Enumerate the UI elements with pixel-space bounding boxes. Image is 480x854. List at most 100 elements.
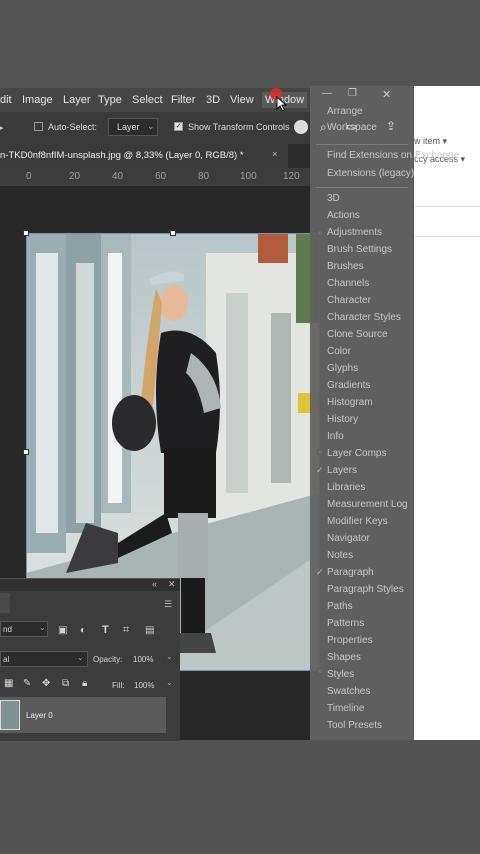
transform-handle[interactable] — [23, 230, 29, 236]
search-icon[interactable]: ⌕ — [320, 120, 327, 135]
layers-tab[interactable] — [0, 593, 10, 613]
window-menu-item[interactable]: Brush Settings — [327, 244, 392, 255]
menu-type[interactable]: Type — [98, 94, 122, 106]
menu-layer[interactable]: Layer — [63, 94, 91, 106]
transform-handle[interactable] — [170, 230, 176, 236]
chevron-down-icon: ⌄ — [77, 653, 84, 662]
chevron-down-icon[interactable]: ⌄ — [166, 678, 173, 687]
window-menu-item[interactable]: Styles — [327, 669, 354, 680]
menu-filter[interactable]: Filter — [171, 94, 195, 106]
panel-header: « ✕ — [0, 579, 180, 591]
window-menu-item[interactable]: Character Styles — [327, 312, 401, 323]
window-menu-item[interactable]: Paragraph Styles — [327, 584, 404, 595]
type-filter-icon[interactable]: T — [102, 624, 109, 636]
window-menu-item[interactable]: Shapes — [327, 652, 361, 663]
smart-object-filter-icon[interactable]: ▤ — [145, 625, 154, 636]
blend-mode-value: nd — [3, 625, 12, 634]
window-menu-item[interactable]: Layers — [327, 465, 357, 476]
options-chevron-icon[interactable]: ▸ — [0, 121, 4, 134]
window-menu-item[interactable]: Adjustments — [327, 227, 382, 238]
ruler-tick: 0 — [26, 171, 32, 182]
document-tab-close-icon[interactable]: × — [272, 149, 278, 160]
window-menu-item[interactable]: Clone Source — [327, 329, 388, 340]
blend-mode-dropdown[interactable]: nd ⌄ — [0, 621, 48, 637]
lock-icon[interactable]: 🔒︎ — [82, 678, 87, 689]
window-menu-item[interactable]: Swatches — [327, 686, 370, 697]
adjustment-filter-icon[interactable]: ◐ — [80, 625, 86, 636]
close-window-button[interactable]: ✕ — [382, 88, 391, 101]
layer-name[interactable]: Layer 0 — [26, 711, 53, 720]
chevron-down-icon: ⌄ — [147, 121, 155, 131]
window-menu-item[interactable]: Find Extensions on Exchange — [327, 150, 459, 161]
chevron-down-icon[interactable]: ⌄ — [166, 652, 173, 661]
new-item-button[interactable]: w item ▾ — [414, 136, 447, 147]
lock-pixels-icon[interactable]: ▦ — [4, 678, 13, 689]
fill-label: Fill: — [112, 681, 125, 690]
close-panel-icon[interactable]: ✕ — [168, 579, 176, 590]
horizontal-ruler: 0 20 40 60 80 100 120 — [0, 168, 310, 187]
collapse-panel-icon[interactable]: « — [152, 579, 157, 589]
auto-select-value: Layer — [117, 122, 140, 132]
window-menu-item[interactable]: Arrange — [327, 106, 363, 117]
desktop-top-background — [0, 0, 480, 88]
window-menu-item[interactable]: Paths — [327, 601, 353, 612]
window-menu-item[interactable]: Glyphs — [327, 363, 358, 374]
window-menu-item[interactable]: Histogram — [327, 397, 373, 408]
minimize-button[interactable]: — — [322, 88, 332, 99]
window-menu-item[interactable]: Channels — [327, 278, 369, 289]
window-menu-item[interactable]: Timeline — [327, 703, 364, 714]
window-menu-item[interactable]: Gradients — [327, 380, 370, 391]
menu-edit[interactable]: dit — [0, 94, 12, 106]
blend-mode-select[interactable]: al ⌄ — [0, 651, 88, 667]
image-filter-icon[interactable]: ▣ — [58, 625, 67, 636]
menu-separator — [316, 144, 408, 145]
window-menu-item[interactable]: Workspace — [327, 122, 377, 133]
window-menu-item[interactable]: History — [327, 414, 358, 425]
move-icon[interactable]: ✥ — [42, 678, 50, 689]
window-menu-item[interactable]: Brushes — [327, 261, 364, 272]
window-menu-item[interactable]: Paragraph — [327, 567, 374, 578]
window-menu-item[interactable]: Libraries — [327, 482, 365, 493]
shape-filter-icon[interactable]: ⌗ — [123, 624, 129, 637]
window-menu-item[interactable]: Layer Comps — [327, 448, 386, 459]
window-menu-item[interactable]: Tool Presets — [327, 720, 382, 731]
window-menu-item[interactable]: Extensions (legacy) — [327, 168, 414, 179]
window-menu-item[interactable]: Navigator — [327, 533, 370, 544]
window-menu-item[interactable]: Character — [327, 295, 371, 306]
share-icon[interactable]: ⇪ — [386, 119, 396, 133]
user-avatar-icon[interactable] — [294, 120, 308, 134]
fill-value[interactable]: 100% — [134, 681, 154, 690]
ruler-tick: 40 — [112, 171, 124, 182]
window-menu-item[interactable]: Measurement Log — [327, 499, 408, 510]
restore-button[interactable]: ❐ — [348, 88, 357, 99]
menu-view[interactable]: View — [230, 94, 254, 106]
checkmark-icon: ✓ — [316, 465, 324, 475]
show-transform-checkbox[interactable]: ✓ — [174, 122, 183, 131]
window-menu-dropdown: — ❐ ✕ ⌕ ▭ ⇪ Arrange Workspace Find Extensi… — [310, 86, 459, 740]
artboard-icon[interactable]: ⧉ — [62, 678, 69, 689]
auto-select-checkbox[interactable] — [34, 122, 43, 131]
window-menu-item[interactable]: Info — [327, 431, 344, 442]
window-menu-item[interactable]: Modifier Keys — [327, 516, 388, 527]
layer-row[interactable]: Layer 0 — [0, 697, 166, 733]
window-menu-item[interactable]: Notes — [327, 550, 353, 561]
window-menu-item[interactable]: 3D — [327, 193, 340, 204]
menu-select[interactable]: Select — [132, 94, 163, 106]
ruler-tick: 120 — [283, 171, 300, 182]
window-menu-item[interactable]: Patterns — [327, 618, 364, 629]
menu-image[interactable]: Image — [22, 94, 53, 106]
background-window: w item ▾ ccy access ▾ — [414, 86, 480, 740]
window-menu-item[interactable]: Actions — [327, 210, 360, 221]
auto-select-dropdown[interactable]: Layer ⌄ — [108, 118, 158, 136]
options-bar: ▸ Auto-Select: Layer ⌄ ✓ Show Transform … — [0, 112, 310, 144]
window-menu-item[interactable]: Color — [327, 346, 351, 357]
panel-menu-icon[interactable]: ☰ — [164, 599, 172, 610]
document-tab-bar: n-TKD0nf8nfIM-unsplash.jpg @ 8,33% (Laye… — [0, 144, 310, 168]
menu-3d[interactable]: 3D — [206, 94, 220, 106]
brush-icon[interactable]: ✎ — [23, 678, 31, 689]
opacity-value[interactable]: 100% — [133, 655, 153, 664]
layer-thumbnail — [0, 700, 20, 730]
transform-handle[interactable] — [23, 449, 29, 455]
window-menu-item[interactable]: Properties — [327, 635, 373, 646]
desktop-bottom-background — [0, 740, 480, 854]
